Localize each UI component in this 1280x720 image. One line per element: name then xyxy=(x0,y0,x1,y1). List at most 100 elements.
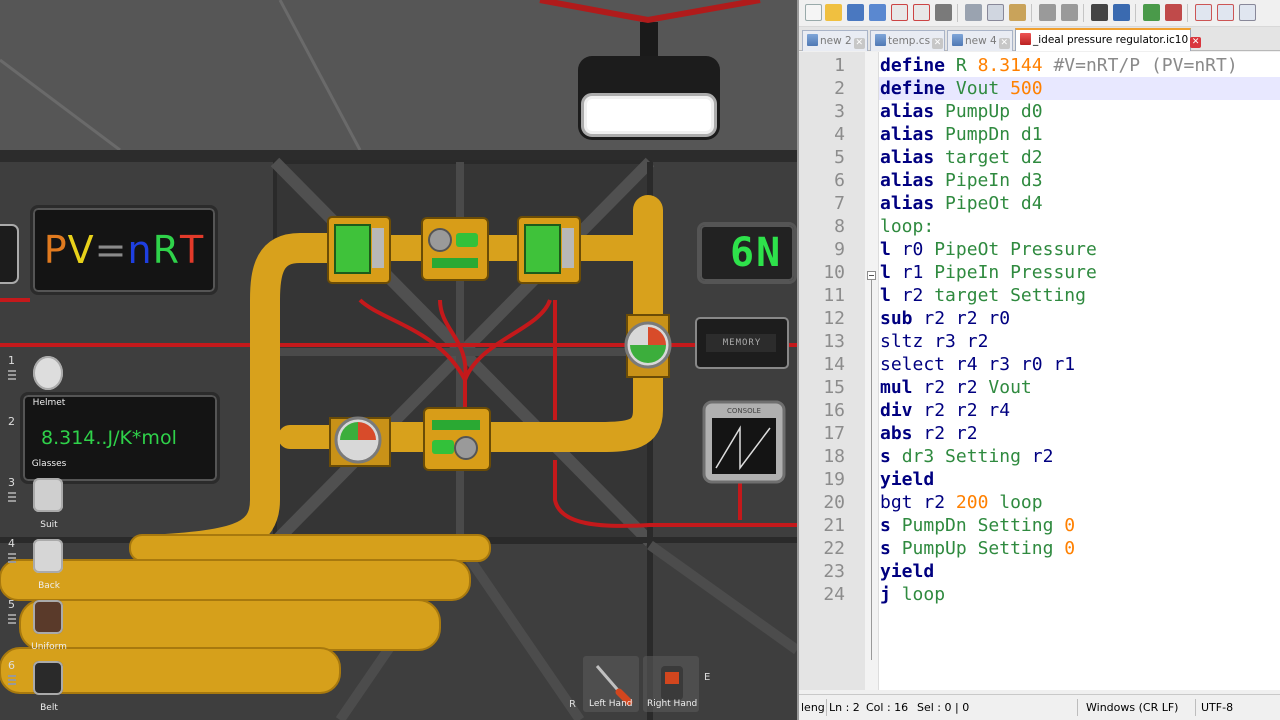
close-tab-icon[interactable]: ✕ xyxy=(998,38,1010,49)
code-line[interactable]: mul r2 r2 Vout xyxy=(880,376,1032,399)
tab-temp-cs[interactable]: temp.cs ✕ xyxy=(870,30,945,51)
game-viewport[interactable]: P V = n R T 8.314..J/K*mol 6N MEMORY CON… xyxy=(0,0,797,720)
slot-indicator-icon xyxy=(8,675,16,687)
code-line[interactable]: l r1 PipeIn Pressure xyxy=(880,261,1097,284)
print-icon[interactable] xyxy=(935,4,952,21)
inventory-slot-glasses[interactable]: 2 Glasses xyxy=(0,413,75,471)
status-line: Ln : 2 xyxy=(829,701,860,714)
backpack-icon xyxy=(33,539,63,573)
line-number: 20 xyxy=(823,492,845,513)
line-number: 13 xyxy=(823,331,845,352)
redo-icon[interactable] xyxy=(1061,4,1078,21)
inventory-slot-uniform[interactable]: 5 Uniform xyxy=(0,596,75,654)
line-number: 1 xyxy=(834,55,845,76)
code-line[interactable]: abs r2 r2 xyxy=(880,422,978,445)
paste-icon[interactable] xyxy=(1009,4,1026,21)
slot-label: Glasses xyxy=(31,459,67,469)
code-line[interactable]: define R 8.3144 #V=nRT/P (PV=nRT) xyxy=(880,54,1238,77)
close-file-icon[interactable] xyxy=(891,4,908,21)
slot-number: 5 xyxy=(8,598,15,611)
new-file-icon[interactable] xyxy=(805,4,822,21)
code-line[interactable]: yield xyxy=(880,560,934,583)
inventory-slot-helmet[interactable]: 1 Helmet xyxy=(0,352,75,410)
right-hand-label: Right Hand xyxy=(647,699,698,709)
code-line[interactable]: alias PumpDn d1 xyxy=(880,123,1043,146)
suit-icon xyxy=(33,478,63,512)
open-file-icon[interactable] xyxy=(825,4,842,21)
zoom-out-icon[interactable] xyxy=(1165,4,1182,21)
pvnrt-char: n xyxy=(127,228,153,272)
slot-number: 2 xyxy=(8,415,15,428)
line-number: 15 xyxy=(823,377,845,398)
inventory-slot-back[interactable]: 4 Back xyxy=(0,535,75,593)
word-wrap-icon[interactable] xyxy=(1217,4,1234,21)
status-eol: Windows (CR LF) xyxy=(1086,701,1179,714)
code-line[interactable]: div r2 r2 r4 xyxy=(880,399,1010,422)
show-all-chars-icon[interactable] xyxy=(1239,4,1256,21)
code-line[interactable]: define Vout 500 xyxy=(880,77,1043,100)
tab-new-4[interactable]: new 4 ✕ xyxy=(947,30,1013,51)
slot-number: 3 xyxy=(8,476,15,489)
code-editor[interactable]: define R 8.3144 #V=nRT/P (PV=nRT) define … xyxy=(879,52,1280,690)
close-tab-icon[interactable]: ✕ xyxy=(1190,37,1202,48)
pvnrt-sign: P V = n R T xyxy=(30,205,218,295)
code-line[interactable]: loop: xyxy=(880,215,934,238)
save-all-icon[interactable] xyxy=(869,4,886,21)
close-tab-icon[interactable]: ✕ xyxy=(853,38,865,49)
line-number: 9 xyxy=(834,239,845,260)
counter-display: 6N xyxy=(697,222,797,284)
pvnrt-char: V xyxy=(67,228,95,272)
fold-toggle-icon[interactable] xyxy=(867,271,876,280)
status-length: leng xyxy=(801,701,825,714)
slot-label: Uniform xyxy=(31,642,67,652)
code-line[interactable]: alias PipeIn d3 xyxy=(880,169,1043,192)
pvnrt-char: P xyxy=(43,228,68,272)
line-number: 21 xyxy=(823,515,845,536)
close-tab-icon[interactable]: ✕ xyxy=(932,38,944,49)
status-encoding: UTF-8 xyxy=(1201,701,1234,714)
tab-label: _ideal pressure regulator.ic10 xyxy=(1033,34,1189,46)
cut-icon[interactable] xyxy=(965,4,982,21)
line-number: 19 xyxy=(823,469,845,490)
save-icon[interactable] xyxy=(847,4,864,21)
code-line[interactable]: sub r2 r2 r0 xyxy=(880,307,1010,330)
close-all-icon[interactable] xyxy=(913,4,930,21)
copy-icon[interactable] xyxy=(987,4,1004,21)
zoom-in-icon[interactable] xyxy=(1143,4,1160,21)
code-line[interactable]: alias PipeOt d4 xyxy=(880,192,1043,215)
left-hand-label: Left Hand xyxy=(589,699,633,709)
status-separator xyxy=(826,699,827,716)
fold-guide xyxy=(871,280,872,660)
code-line[interactable]: select r4 r3 r0 r1 xyxy=(880,353,1075,376)
game-scene xyxy=(0,0,797,720)
line-number: 7 xyxy=(834,193,845,214)
code-line[interactable]: bgt r2 200 loop xyxy=(880,491,1043,514)
code-line[interactable]: yield xyxy=(880,468,934,491)
line-number-gutter: 1 2 3 4 5 6 7 8 9 10 11 12 13 14 15 16 17 18 19 20 21 22 23 24 xyxy=(799,52,865,690)
code-line[interactable]: alias PumpUp d0 xyxy=(880,100,1043,123)
code-line[interactable]: alias target d2 xyxy=(880,146,1043,169)
code-line[interactable]: s PumpDn Setting 0 xyxy=(880,514,1075,537)
tab-label: temp.cs xyxy=(888,35,931,47)
tab-label: new 4 xyxy=(965,35,997,47)
code-line[interactable]: j loop xyxy=(880,583,945,606)
right-hand-key: E xyxy=(704,672,711,683)
undo-icon[interactable] xyxy=(1039,4,1056,21)
inventory-slot-belt[interactable]: 6 Belt xyxy=(0,657,75,715)
sync-scroll-icon[interactable] xyxy=(1195,4,1212,21)
code-line[interactable]: sltz r3 r2 xyxy=(880,330,988,353)
inventory-slot-suit[interactable]: 3 Suit xyxy=(0,474,75,532)
find-icon[interactable] xyxy=(1091,4,1108,21)
code-line[interactable]: l r2 target Setting xyxy=(880,284,1086,307)
code-line[interactable]: s PumpUp Setting 0 xyxy=(880,537,1075,560)
line-number: 3 xyxy=(834,101,845,122)
code-line[interactable]: l r0 PipeOt Pressure xyxy=(880,238,1097,261)
slot-indicator-icon xyxy=(8,370,16,382)
replace-icon[interactable] xyxy=(1113,4,1130,21)
tab-new-2[interactable]: new 2 ✕ xyxy=(802,30,868,51)
left-hand-key: R xyxy=(569,699,576,710)
tab-ideal-pressure-regulator[interactable]: _ideal pressure regulator.ic10 ✕ xyxy=(1015,28,1202,51)
line-number: 8 xyxy=(834,216,845,237)
code-line[interactable]: s dr3 Setting r2 xyxy=(880,445,1053,468)
uniform-icon xyxy=(33,600,63,634)
